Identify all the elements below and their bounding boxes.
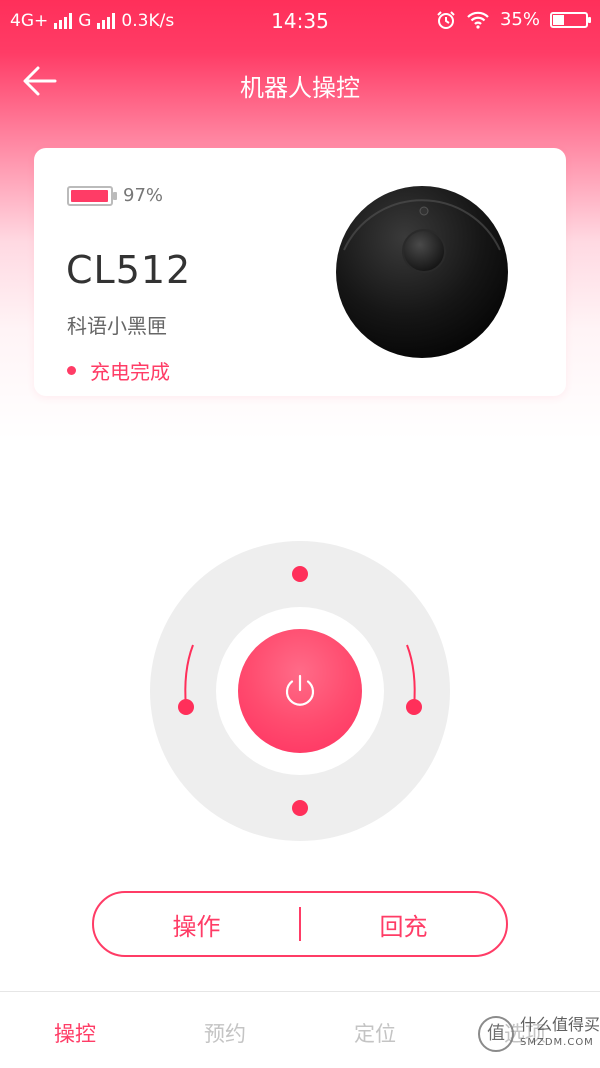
device-model: CL512: [66, 248, 192, 292]
action-bar: 操作 回充: [92, 891, 508, 957]
watermark-sub: SMZDM.COM: [520, 1037, 594, 1048]
charge-status: 充电完成: [67, 356, 170, 385]
power-icon: [285, 674, 315, 706]
turn-right-button[interactable]: [406, 699, 422, 715]
watermark-text: 什么值得买: [520, 1015, 600, 1034]
app-header: 机器人操控: [0, 50, 600, 114]
tab-schedule[interactable]: 预约: [150, 992, 300, 1068]
charge-status-text: 充电完成: [90, 360, 170, 384]
direction-controller: [150, 541, 450, 841]
watermark-logo: 值: [478, 1016, 514, 1052]
watermark: 值 什么值得买 SMZDM.COM: [478, 1016, 600, 1052]
wifi-icon: [467, 11, 489, 29]
recharge-button[interactable]: 回充: [301, 907, 506, 942]
battery-icon: [550, 11, 591, 28]
tab-locate[interactable]: 定位: [300, 992, 450, 1068]
power-button[interactable]: [238, 629, 362, 753]
watermark-text-block: 什么值得买 SMZDM.COM: [520, 1016, 600, 1052]
robot-vacuum-image: [336, 186, 508, 358]
device-name: 科语小黑匣: [67, 314, 167, 338]
status-dot-icon: [67, 366, 76, 375]
device-battery-text: 97%: [123, 185, 164, 206]
operate-button[interactable]: 操作: [94, 907, 299, 942]
tab-control[interactable]: 操控: [0, 992, 150, 1068]
device-battery: 97%: [67, 185, 163, 206]
battery-icon: [67, 185, 117, 206]
turn-left-button[interactable]: [178, 699, 194, 715]
forward-button[interactable]: [292, 566, 308, 582]
alarm-clock-icon: [437, 10, 455, 29]
backward-button[interactable]: [292, 800, 308, 816]
page-title: 机器人操控: [240, 74, 360, 102]
battery-percent: 35%: [499, 9, 540, 30]
device-card[interactable]: 97% CL512 科语小黑匣 充电完成: [34, 148, 566, 396]
status-bar: 4G+ G 0.3K/s 14:35 35%: [0, 0, 600, 42]
